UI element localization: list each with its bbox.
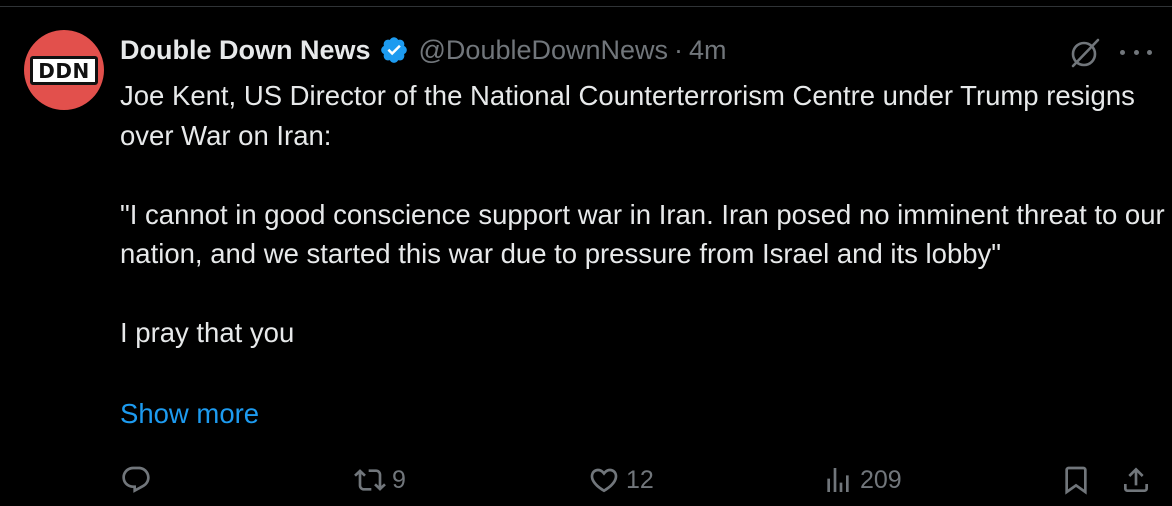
reply-icon bbox=[120, 464, 152, 496]
author-name[interactable]: Double Down News bbox=[120, 35, 371, 66]
post-time[interactable]: 4m bbox=[689, 35, 727, 66]
post-paragraph: "I cannot in good conscience support war… bbox=[120, 198, 1165, 270]
action-bar: 9 12 209 bbox=[0, 460, 1172, 500]
views-count: 209 bbox=[860, 465, 902, 494]
like-button[interactable]: 12 bbox=[588, 460, 654, 500]
avatar-logo-text: DDN bbox=[30, 55, 98, 85]
more-icon[interactable] bbox=[1120, 42, 1152, 62]
share-button[interactable] bbox=[1120, 460, 1152, 500]
like-count: 12 bbox=[626, 465, 654, 494]
post-paragraph: I pray that you bbox=[120, 317, 295, 348]
repost-count: 9 bbox=[392, 465, 406, 494]
more-dot bbox=[1133, 49, 1139, 55]
separator-dot: · bbox=[674, 34, 684, 65]
more-dot bbox=[1147, 49, 1152, 55]
repost-button[interactable]: 9 bbox=[354, 460, 406, 500]
post-text: Joe Kent, US Director of the National Co… bbox=[120, 76, 1165, 353]
reply-button[interactable] bbox=[120, 460, 158, 500]
post-paragraph: Joe Kent, US Director of the National Co… bbox=[120, 80, 1135, 151]
bookmark-button[interactable] bbox=[1060, 460, 1092, 500]
show-more-link[interactable]: Show more bbox=[120, 394, 259, 434]
bookmark-icon bbox=[1060, 464, 1092, 496]
views-icon bbox=[822, 464, 854, 496]
more-dot bbox=[1120, 49, 1125, 55]
avatar[interactable]: DDN bbox=[24, 30, 104, 110]
verified-badge-icon[interactable] bbox=[379, 35, 409, 65]
grok-icon[interactable] bbox=[1068, 36, 1102, 70]
post-header: Double Down News @DoubleDownNews · 4m bbox=[120, 30, 727, 70]
author-handle[interactable]: @DoubleDownNews bbox=[419, 35, 669, 66]
views-button[interactable]: 209 bbox=[822, 460, 902, 500]
heart-icon bbox=[588, 464, 620, 496]
top-divider bbox=[0, 6, 1172, 7]
share-icon bbox=[1120, 464, 1152, 496]
repost-icon bbox=[354, 464, 386, 496]
